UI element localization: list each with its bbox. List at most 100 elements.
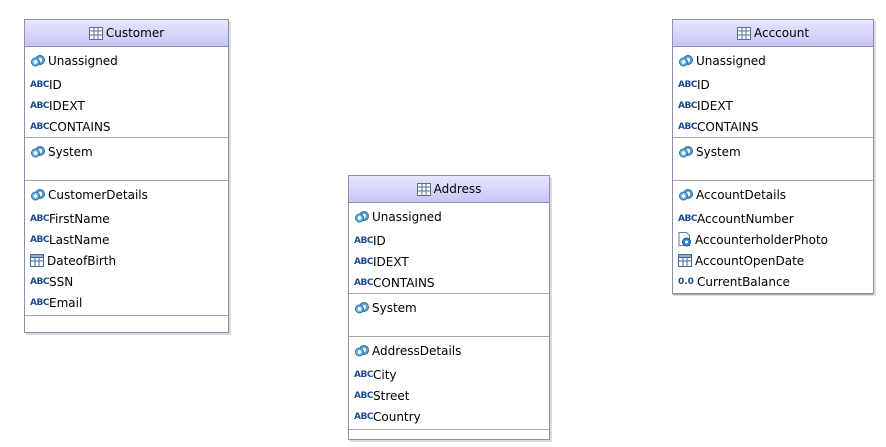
attribute-row[interactable]: ABC IDEXT <box>673 95 873 116</box>
attribute-name: LastName <box>49 232 110 247</box>
attribute-group-icon <box>679 54 696 67</box>
text-type-icon: ABC <box>30 79 49 90</box>
attribute-name: AccounterholderPhoto <box>695 232 829 247</box>
attribute-group-title[interactable]: AddressDetails <box>349 337 549 364</box>
entity-header-customer[interactable]: Customer <box>25 20 228 47</box>
attribute-group[interactable]: System <box>349 294 549 337</box>
text-type-icon: ABC <box>678 121 697 132</box>
attribute-row[interactable]: ABC ID <box>25 74 228 95</box>
attribute-row[interactable]: ABC CONTAINS <box>349 272 549 293</box>
attribute-row[interactable]: ABC CONTAINS <box>25 116 228 137</box>
attribute-row[interactable]: ABC Country <box>349 406 549 427</box>
attribute-name: Email <box>49 295 83 310</box>
attribute-name: ID <box>49 77 62 92</box>
attribute-group-title[interactable]: System <box>349 294 549 321</box>
attribute-name: ID <box>697 77 710 92</box>
entity-body: Unassigned ABC ID ABC IDEXT ABC CONTAINS System… <box>349 203 549 436</box>
attribute-group-title[interactable]: CustomerDetails <box>25 181 228 208</box>
table-icon <box>416 182 431 196</box>
entity-header-address[interactable]: Address <box>349 176 549 203</box>
attribute-group-title[interactable]: System <box>25 138 228 165</box>
attribute-group-label: Unassigned <box>48 53 118 68</box>
attribute-group-label: CustomerDetails <box>48 187 148 202</box>
attribute-name: SSN <box>49 274 74 289</box>
attribute-group-icon <box>31 145 48 158</box>
attribute-group-icon <box>679 188 696 201</box>
attribute-group-icon <box>355 344 372 357</box>
attribute-group[interactable]: Unassigned ABC ID ABC IDEXT ABC CONTAINS <box>349 203 549 294</box>
attribute-row[interactable]: DateofBirth <box>25 250 228 271</box>
attribute-row[interactable]: ABC IDEXT <box>25 95 228 116</box>
attribute-row[interactable]: ABC IDEXT <box>349 251 549 272</box>
attribute-row[interactable]: ABC AccountNumber <box>673 208 873 229</box>
attribute-row[interactable]: ABC SSN <box>25 271 228 292</box>
attribute-group-title[interactable]: System <box>673 138 873 165</box>
entity-body: Unassigned ABC ID ABC IDEXT ABC CONTAINS System… <box>25 47 228 322</box>
attribute-group-label: System <box>696 144 741 159</box>
attribute-row[interactable]: ABC ID <box>349 230 549 251</box>
text-type-icon: ABC <box>30 100 49 111</box>
entity-body: Unassigned ABC ID ABC IDEXT ABC CONTAINS System… <box>673 47 873 301</box>
attribute-name: CONTAINS <box>697 119 759 134</box>
attribute-group-title[interactable]: Unassigned <box>673 47 873 74</box>
entity-title: Address <box>433 182 482 196</box>
attribute-group-label: AccountDetails <box>696 187 787 202</box>
text-type-icon: ABC <box>354 411 373 422</box>
entity-header-account[interactable]: Acccount <box>673 20 873 47</box>
attribute-name: AccountNumber <box>697 211 794 226</box>
text-type-icon: ABC <box>678 100 697 111</box>
attribute-name: AccountOpenDate <box>695 253 805 268</box>
text-type-icon: ABC <box>354 390 373 401</box>
attribute-group-label: System <box>372 300 417 315</box>
attribute-group-label: Unassigned <box>696 53 766 68</box>
attribute-group-title[interactable]: Unassigned <box>349 203 549 230</box>
entity-address[interactable]: Address Unassigned ABC ID ABC IDEXT ABC CONTAI… <box>348 175 550 440</box>
attribute-row[interactable]: ABC FirstName <box>25 208 228 229</box>
attribute-row[interactable]: ABC LastName <box>25 229 228 250</box>
text-type-icon: ABC <box>30 213 49 224</box>
text-type-icon: ABC <box>354 369 373 380</box>
text-type-icon: ABC <box>30 276 49 287</box>
attribute-name: Street <box>373 388 410 403</box>
attribute-row[interactable]: ABC Email <box>25 292 228 313</box>
attribute-row[interactable]: ABC ID <box>673 74 873 95</box>
attribute-name: DateofBirth <box>47 253 117 268</box>
attribute-group-label: System <box>48 144 93 159</box>
attribute-name: IDEXT <box>697 98 733 113</box>
attribute-group[interactable]: AccountDetails ABC AccountNumber Accounterh… <box>673 181 873 301</box>
attribute-group[interactable]: System <box>25 138 228 181</box>
attribute-row[interactable]: 0.0 CurrentBalance <box>673 271 873 292</box>
attribute-row[interactable]: ABC CONTAINS <box>673 116 873 137</box>
attribute-group-label: Unassigned <box>372 209 442 224</box>
image-icon <box>678 232 695 247</box>
attribute-name: IDEXT <box>373 254 409 269</box>
attribute-row[interactable]: ABC Street <box>349 385 549 406</box>
attribute-name: CONTAINS <box>49 119 111 134</box>
attribute-name: Country <box>373 409 421 424</box>
attribute-group[interactable]: Unassigned ABC ID ABC IDEXT ABC CONTAINS <box>673 47 873 138</box>
entity-customer[interactable]: Customer Unassigned ABC ID ABC IDEXT ABC CONTA… <box>24 19 229 333</box>
attribute-row[interactable]: AccounterholderPhoto <box>673 229 873 250</box>
attribute-group[interactable]: Unassigned ABC ID ABC IDEXT ABC CONTAINS <box>25 47 228 138</box>
text-type-icon: ABC <box>354 256 373 267</box>
attribute-group-icon <box>31 188 48 201</box>
attribute-row[interactable]: ABC City <box>349 364 549 385</box>
attribute-group-icon <box>679 145 696 158</box>
calendar-icon <box>30 254 47 267</box>
attribute-group-title[interactable]: AccountDetails <box>673 181 873 208</box>
attribute-group-label: AddressDetails <box>372 343 462 358</box>
entity-account[interactable]: Acccount Unassigned ABC ID ABC IDEXT ABC CONTA… <box>672 19 874 295</box>
attribute-group[interactable]: CustomerDetails ABC FirstName ABC LastName Da… <box>25 181 228 322</box>
table-icon <box>736 26 751 40</box>
group-footer <box>673 294 873 301</box>
attribute-name: CurrentBalance <box>697 274 790 289</box>
entity-title: Acccount <box>753 26 810 40</box>
attribute-group[interactable]: AddressDetails ABC City ABC Street ABC Country <box>349 337 549 436</box>
attribute-row[interactable]: AccountOpenDate <box>673 250 873 271</box>
text-type-icon: ABC <box>30 121 49 132</box>
text-type-icon: ABC <box>678 213 697 224</box>
attribute-group[interactable]: System <box>673 138 873 181</box>
attribute-name: FirstName <box>49 211 110 226</box>
attribute-group-title[interactable]: Unassigned <box>25 47 228 74</box>
entity-title: Customer <box>105 26 165 40</box>
